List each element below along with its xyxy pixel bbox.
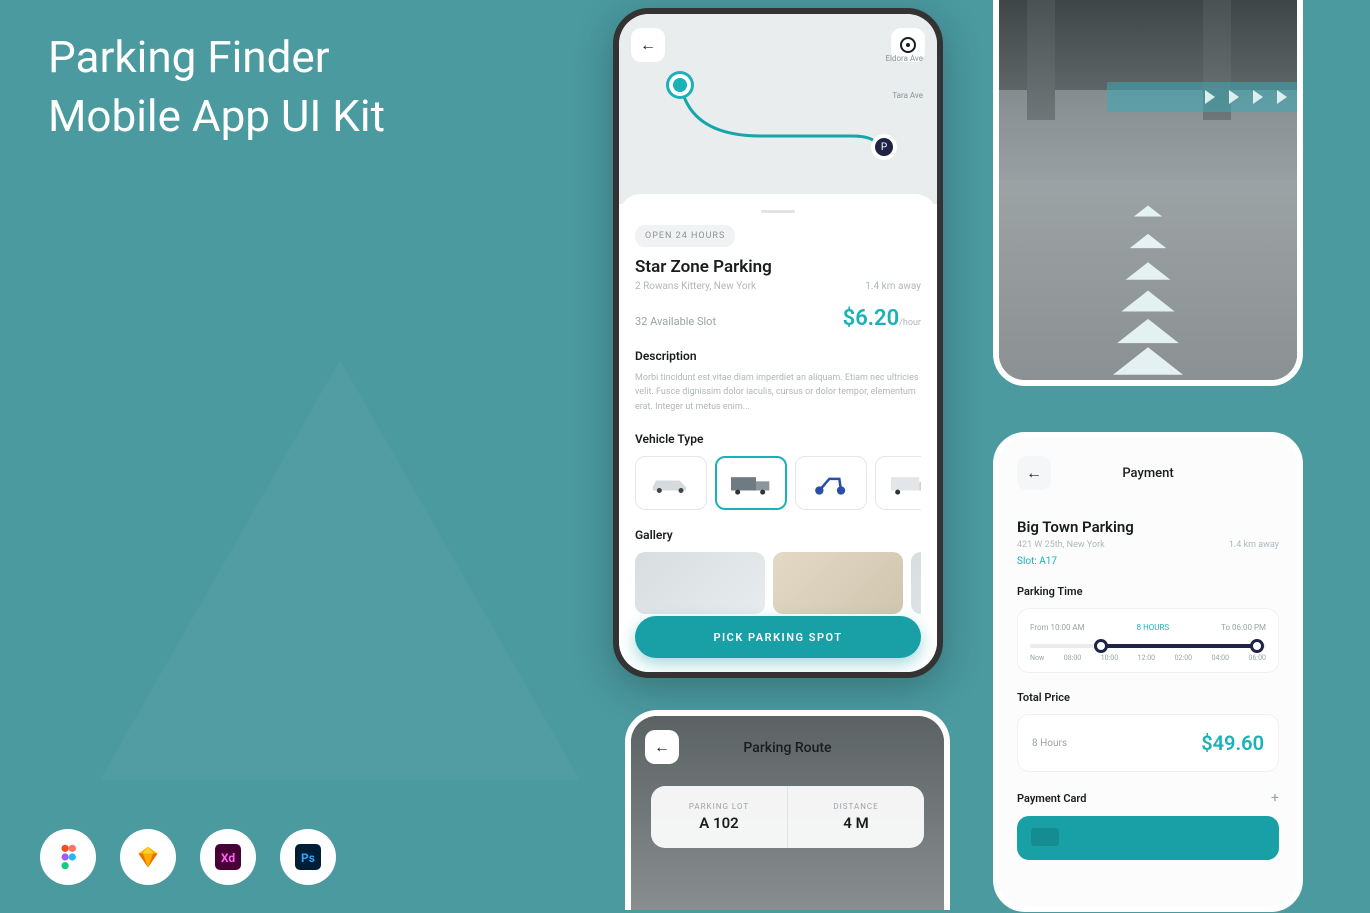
price-text: $6.20/hour — [843, 306, 921, 331]
gallery-heading: Gallery — [635, 528, 921, 542]
vehicle-option-car[interactable] — [635, 456, 707, 510]
stat-label: PARKING LOT — [689, 802, 749, 811]
payment-address: 421 W 25th, New York — [1017, 540, 1105, 550]
decorative-triangle — [100, 360, 580, 780]
origin-pin-icon — [669, 74, 691, 96]
phone-payment: Payment Big Town Parking 421 W 25th, New… — [993, 432, 1303, 912]
route-stats-card: PARKING LOT A 102 DISTANCE 4 M — [651, 786, 924, 848]
map-street-labels: Eldora Ave Tara Ave — [885, 54, 923, 100]
slider-tick: Now — [1030, 654, 1044, 662]
spot-address: 2 Rowans Kittery, New York — [635, 281, 756, 292]
destination-pin-icon: P — [871, 134, 897, 160]
slider-tick: 10:00 — [1101, 654, 1118, 662]
svg-text:Xd: Xd — [221, 851, 235, 865]
vehicle-option-van[interactable] — [875, 456, 921, 510]
street-label: Eldora Ave — [885, 54, 923, 63]
stat-label: DISTANCE — [833, 802, 878, 811]
slider-thumb-end[interactable] — [1250, 639, 1264, 653]
description-heading: Description — [635, 349, 921, 363]
parking-lot-stat: PARKING LOT A 102 — [651, 786, 788, 848]
open-hours-badge: OPEN 24 HOURS — [635, 225, 735, 247]
ar-turn-indicator — [1107, 82, 1297, 112]
stat-value: A 102 — [699, 814, 738, 832]
svg-text:Ps: Ps — [301, 851, 315, 865]
vehicle-option-scooter[interactable] — [795, 456, 867, 510]
time-from: From 10:00 AM — [1030, 623, 1085, 632]
phone-parking-route: Parking Route PARKING LOT A 102 DISTANCE… — [625, 710, 950, 910]
availability-text: 32 Available Slot — [635, 315, 716, 328]
slider-tick: 08:00 — [1064, 654, 1081, 662]
payment-spot-name: Big Town Parking — [1017, 518, 1279, 536]
route-line — [681, 86, 881, 156]
time-to: To 06:00 PM — [1221, 623, 1266, 632]
slider-thumb-start[interactable] — [1094, 639, 1108, 653]
total-price-value: $49.60 — [1201, 731, 1264, 755]
arrow-left-icon — [640, 35, 656, 55]
sheet-handle[interactable] — [761, 210, 795, 213]
payment-card-heading: Payment Card — [1017, 792, 1087, 805]
gallery-list — [635, 552, 921, 614]
total-hours-label: 8 Hours — [1032, 738, 1067, 749]
spot-title: Star Zone Parking — [635, 257, 921, 277]
hero-line-2: Mobile App UI Kit — [48, 87, 385, 146]
total-price-heading: Total Price — [1017, 691, 1279, 704]
stat-value: 4 M — [843, 814, 868, 832]
slider-tick: 02:00 — [1175, 654, 1192, 662]
hero-title: Parking Finder Mobile App UI Kit — [48, 28, 385, 147]
payment-distance: 1.4 km away — [1229, 540, 1279, 550]
gallery-image[interactable] — [911, 552, 921, 614]
total-price-card: 8 Hours $49.60 — [1017, 714, 1279, 772]
distance-stat: DISTANCE 4 M — [788, 786, 924, 848]
ar-camera-view — [999, 0, 1297, 380]
crosshair-icon — [900, 37, 916, 53]
photoshop-icon: Ps — [280, 829, 336, 885]
spot-distance: 1.4 km away — [865, 281, 921, 292]
payment-screen-title: Payment — [999, 466, 1297, 481]
hero-line-1: Parking Finder — [48, 28, 385, 87]
time-slider-card: From 10:00 AM 8 HOURS To 06:00 PM Now 08:… — [1017, 608, 1279, 673]
time-duration: 8 HOURS — [1137, 623, 1170, 632]
slider-tick: 12:00 — [1138, 654, 1155, 662]
credit-card-preview[interactable] — [1017, 816, 1279, 860]
sketch-icon — [120, 829, 176, 885]
slider-tick: 04:00 — [1212, 654, 1229, 662]
vehicle-type-heading: Vehicle Type — [635, 432, 921, 446]
phone-ar-navigation — [993, 0, 1303, 386]
vehicle-option-truck[interactable] — [715, 456, 787, 510]
xd-icon: Xd — [200, 829, 256, 885]
parking-time-heading: Parking Time — [1017, 585, 1279, 598]
gallery-image[interactable] — [635, 552, 765, 614]
detail-sheet: OPEN 24 HOURS Star Zone Parking 2 Rowans… — [619, 194, 937, 672]
slider-tick: 06:00 — [1249, 654, 1266, 662]
time-slider[interactable] — [1030, 644, 1266, 648]
street-label: Tara Ave — [885, 91, 923, 100]
route-screen-title: Parking Route — [631, 740, 944, 756]
back-button[interactable] — [631, 28, 665, 62]
slider-tick-labels: Now 08:00 10:00 12:00 02:00 04:00 06:00 — [1030, 654, 1266, 662]
add-card-button[interactable]: + — [1271, 790, 1279, 806]
pick-spot-button[interactable]: PICK PARKING SPOT — [635, 616, 921, 658]
gallery-image[interactable] — [773, 552, 903, 614]
figma-icon — [40, 829, 96, 885]
slot-label: Slot: A17 — [1017, 556, 1279, 567]
map-view[interactable]: Eldora Ave Tara Ave P — [619, 14, 937, 204]
vehicle-type-list — [635, 456, 921, 510]
tool-icons-row: Xd Ps — [40, 829, 336, 885]
description-text: Morbi tincidunt est vitae diam imperdiet… — [635, 371, 921, 414]
ar-path-arrows — [1088, 192, 1208, 380]
phone-parking-detail: Eldora Ave Tara Ave P OPEN 24 HOURS Star… — [613, 8, 943, 678]
